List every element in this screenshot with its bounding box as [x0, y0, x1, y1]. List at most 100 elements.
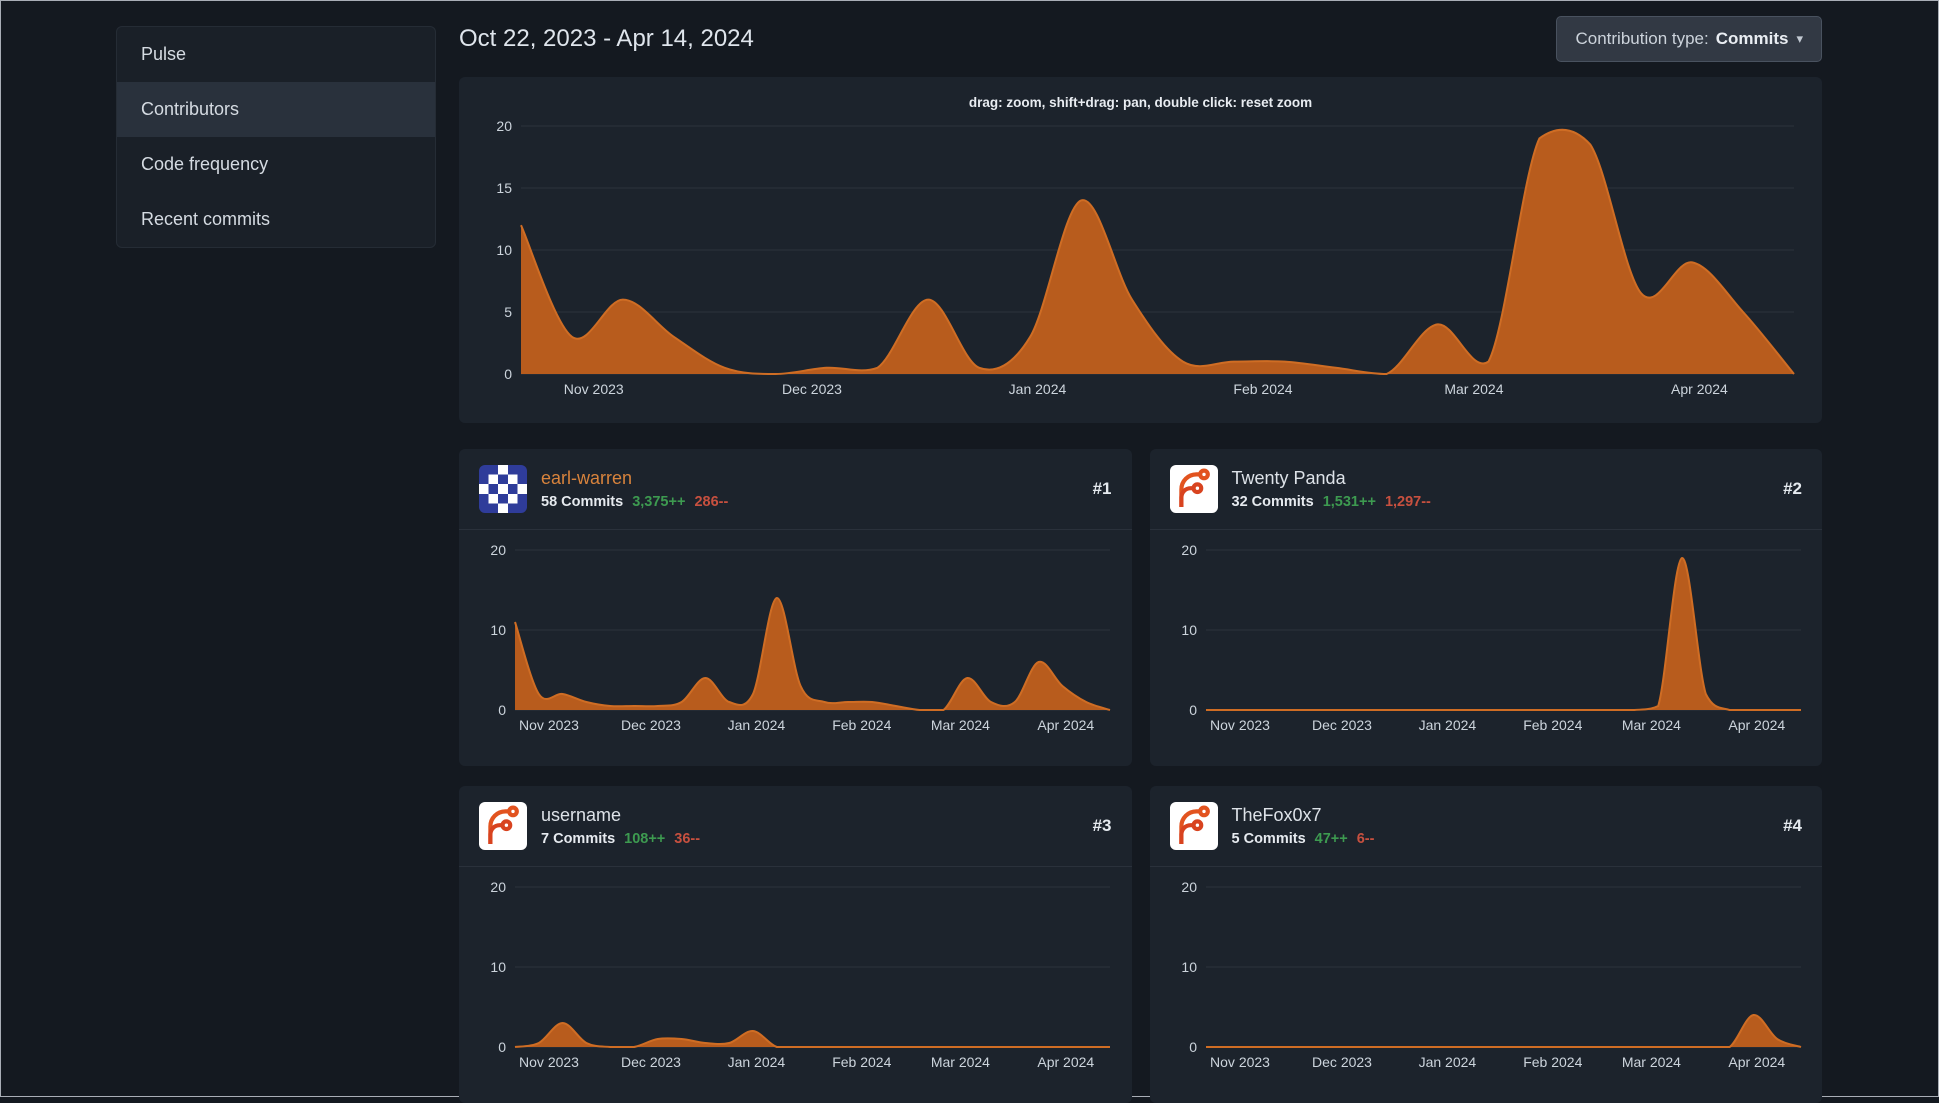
contributor-stats: 58 Commits 3,375++ 286--	[541, 494, 1079, 510]
commit-count: 5 Commits	[1231, 831, 1306, 847]
deletions-count: 286--	[694, 494, 729, 510]
overview-chart-panel: drag: zoom, shift+drag: pan, double clic…	[459, 77, 1822, 423]
activity-menu: Pulse Contributors Code frequency Recent…	[116, 26, 436, 248]
contributor-rank-badge: #4	[1783, 816, 1802, 835]
svg-text:Feb 2024: Feb 2024	[1233, 381, 1292, 397]
contributor-stats: 32 Commits 1,531++ 1,297--	[1232, 494, 1770, 510]
contribution-type-dropdown[interactable]: Contribution type: Commits ▾	[1556, 16, 1822, 62]
identicon-avatar[interactable]	[479, 465, 527, 513]
sidebar-item-code-frequency[interactable]: Code frequency	[117, 137, 435, 192]
svg-text:Apr 2024: Apr 2024	[1728, 717, 1785, 733]
svg-text:0: 0	[1189, 702, 1197, 718]
svg-text:10: 10	[1181, 959, 1197, 975]
svg-text:Apr 2024: Apr 2024	[1728, 1054, 1785, 1070]
contributor-card-header: username 7 Commits 108++ 36-- #3	[459, 786, 1132, 867]
contributor-name-link[interactable]: earl-warren	[541, 468, 1079, 489]
contributor-rank-badge: #2	[1783, 479, 1802, 498]
deletions-count: 36--	[674, 831, 701, 847]
svg-text:0: 0	[498, 1039, 506, 1055]
contributor-stats: 7 Commits 108++ 36--	[541, 831, 1079, 847]
contributor-card-header: earl-warren 58 Commits 3,375++ 286-- #1	[459, 449, 1132, 530]
contributor-cards-row-2: username 7 Commits 108++ 36-- #3 0 10 20 No…	[459, 786, 1822, 1103]
additions-count: 3,375++	[632, 494, 686, 510]
svg-text:10: 10	[490, 622, 506, 638]
svg-text:10: 10	[496, 242, 512, 258]
svg-text:5: 5	[504, 304, 512, 320]
svg-text:Nov 2023: Nov 2023	[564, 381, 624, 397]
sidebar-item-contributors[interactable]: Contributors	[117, 82, 435, 137]
svg-text:10: 10	[490, 959, 506, 975]
svg-text:20: 20	[496, 118, 512, 134]
svg-text:Dec 2023: Dec 2023	[782, 381, 842, 397]
contributor-card-1: earl-warren 58 Commits 3,375++ 286-- #1 …	[459, 449, 1132, 766]
deletions-count: 1,297--	[1384, 494, 1431, 510]
forgejo-logo-avatar[interactable]	[479, 802, 527, 850]
contributor-card-header: Twenty Panda 32 Commits 1,531++ 1,297-- …	[1149, 449, 1822, 530]
svg-text:20: 20	[490, 542, 506, 558]
svg-text:Nov 2023: Nov 2023	[519, 717, 579, 733]
svg-text:Dec 2023: Dec 2023	[621, 717, 681, 733]
svg-text:Jan 2024: Jan 2024	[1418, 1054, 1476, 1070]
svg-text:0: 0	[504, 366, 512, 382]
svg-text:10: 10	[1181, 622, 1197, 638]
svg-text:Dec 2023: Dec 2023	[621, 1054, 681, 1070]
contributor-card-2: Twenty Panda 32 Commits 1,531++ 1,297-- …	[1149, 449, 1822, 766]
contributor-card-4: TheFox0x7 5 Commits 47++ 6-- #4 0 10 20 Nov…	[1149, 786, 1822, 1103]
svg-text:15: 15	[496, 180, 512, 196]
activity-sidebar: Pulse Contributors Code frequency Recent…	[116, 26, 436, 1096]
zoom-hint-text: drag: zoom, shift+drag: pan, double clic…	[968, 95, 1313, 110]
contributor-commits-chart[interactable]: 0 10 20 Nov 2023 Dec 2023 Jan 2024 Feb 2024 Mar…	[471, 875, 1120, 1075]
contributor-commits-chart[interactable]: 0 10 20 Nov 2023 Dec 2023 Jan 2024 Feb 2024 Mar…	[1162, 875, 1811, 1075]
page-header: Oct 22, 2023 - Apr 14, 2024 Contribution…	[459, 15, 1822, 63]
svg-text:Jan 2024: Jan 2024	[1418, 717, 1476, 733]
contributor-name-link[interactable]: TheFox0x7	[1232, 805, 1770, 826]
svg-text:Apr 2024: Apr 2024	[1671, 381, 1728, 397]
contributor-commits-chart[interactable]: 0 10 20 Nov 2023 Dec 2023 Jan 2024 Feb 2024 Mar…	[471, 538, 1120, 738]
svg-text:Jan 2024: Jan 2024	[728, 717, 786, 733]
contributor-rank-badge: #3	[1092, 816, 1112, 835]
svg-text:Mar 2024: Mar 2024	[1621, 1054, 1680, 1070]
deletions-count: 6--	[1356, 831, 1375, 847]
commit-count: 32 Commits	[1231, 494, 1314, 510]
svg-text:0: 0	[1189, 1039, 1197, 1055]
svg-text:20: 20	[1181, 879, 1197, 895]
svg-text:20: 20	[1181, 542, 1197, 558]
svg-text:Feb 2024: Feb 2024	[832, 717, 891, 733]
contributors-page: Oct 22, 2023 - Apr 14, 2024 Contribution…	[459, 1, 1822, 1103]
contributor-card-header: TheFox0x7 5 Commits 47++ 6-- #4	[1149, 786, 1822, 867]
contributor-stats: 5 Commits 47++ 6--	[1232, 831, 1770, 847]
date-range-title: Oct 22, 2023 - Apr 14, 2024	[459, 25, 754, 52]
additions-count: 1,531++	[1322, 494, 1376, 510]
contribution-type-label: Contribution type:	[1575, 29, 1709, 48]
svg-text:Nov 2023: Nov 2023	[519, 1054, 579, 1070]
svg-text:Jan 2024: Jan 2024	[728, 1054, 786, 1070]
svg-text:Dec 2023: Dec 2023	[1312, 1054, 1372, 1070]
contributor-name-link[interactable]: Twenty Panda	[1232, 468, 1770, 489]
contribution-type-value: Commits	[1715, 29, 1789, 48]
sidebar-item-pulse[interactable]: Pulse	[117, 27, 435, 82]
svg-text:20: 20	[490, 879, 506, 895]
svg-text:Apr 2024: Apr 2024	[1037, 1054, 1094, 1070]
contributor-name-link[interactable]: username	[541, 805, 1079, 826]
svg-text:Feb 2024: Feb 2024	[832, 1054, 891, 1070]
commit-count: 7 Commits	[541, 831, 616, 847]
svg-text:Mar 2024: Mar 2024	[1444, 381, 1503, 397]
svg-text:Mar 2024: Mar 2024	[931, 717, 990, 733]
svg-text:Feb 2024: Feb 2024	[1523, 717, 1582, 733]
contributor-card-3: username 7 Commits 108++ 36-- #3 0 10 20 No…	[459, 786, 1132, 1103]
contributor-commits-chart[interactable]: 0 10 20 Nov 2023 Dec 2023 Jan 2024 Feb 2024 Mar…	[1162, 538, 1811, 738]
svg-text:Mar 2024: Mar 2024	[931, 1054, 990, 1070]
svg-text:Jan 2024: Jan 2024	[1009, 381, 1067, 397]
commits-overview-chart[interactable]: 0 5 10 15 20 Nov 2023 Dec 2023 Jan 2024 Feb 2024…	[477, 114, 1804, 402]
forgejo-logo-avatar[interactable]	[1169, 465, 1218, 513]
svg-text:Nov 2023: Nov 2023	[1210, 717, 1270, 733]
sidebar-item-recent-commits[interactable]: Recent commits	[117, 192, 435, 247]
additions-count: 47++	[1314, 831, 1348, 847]
chevron-down-icon: ▾	[1796, 31, 1803, 46]
contributor-cards-row-1: earl-warren 58 Commits 3,375++ 286-- #1 …	[459, 449, 1822, 766]
commit-count: 58 Commits	[541, 494, 624, 510]
svg-text:Apr 2024: Apr 2024	[1037, 717, 1094, 733]
svg-text:Feb 2024: Feb 2024	[1523, 1054, 1582, 1070]
forgejo-logo-avatar[interactable]	[1169, 802, 1218, 850]
contributor-rank-badge: #1	[1092, 479, 1112, 498]
